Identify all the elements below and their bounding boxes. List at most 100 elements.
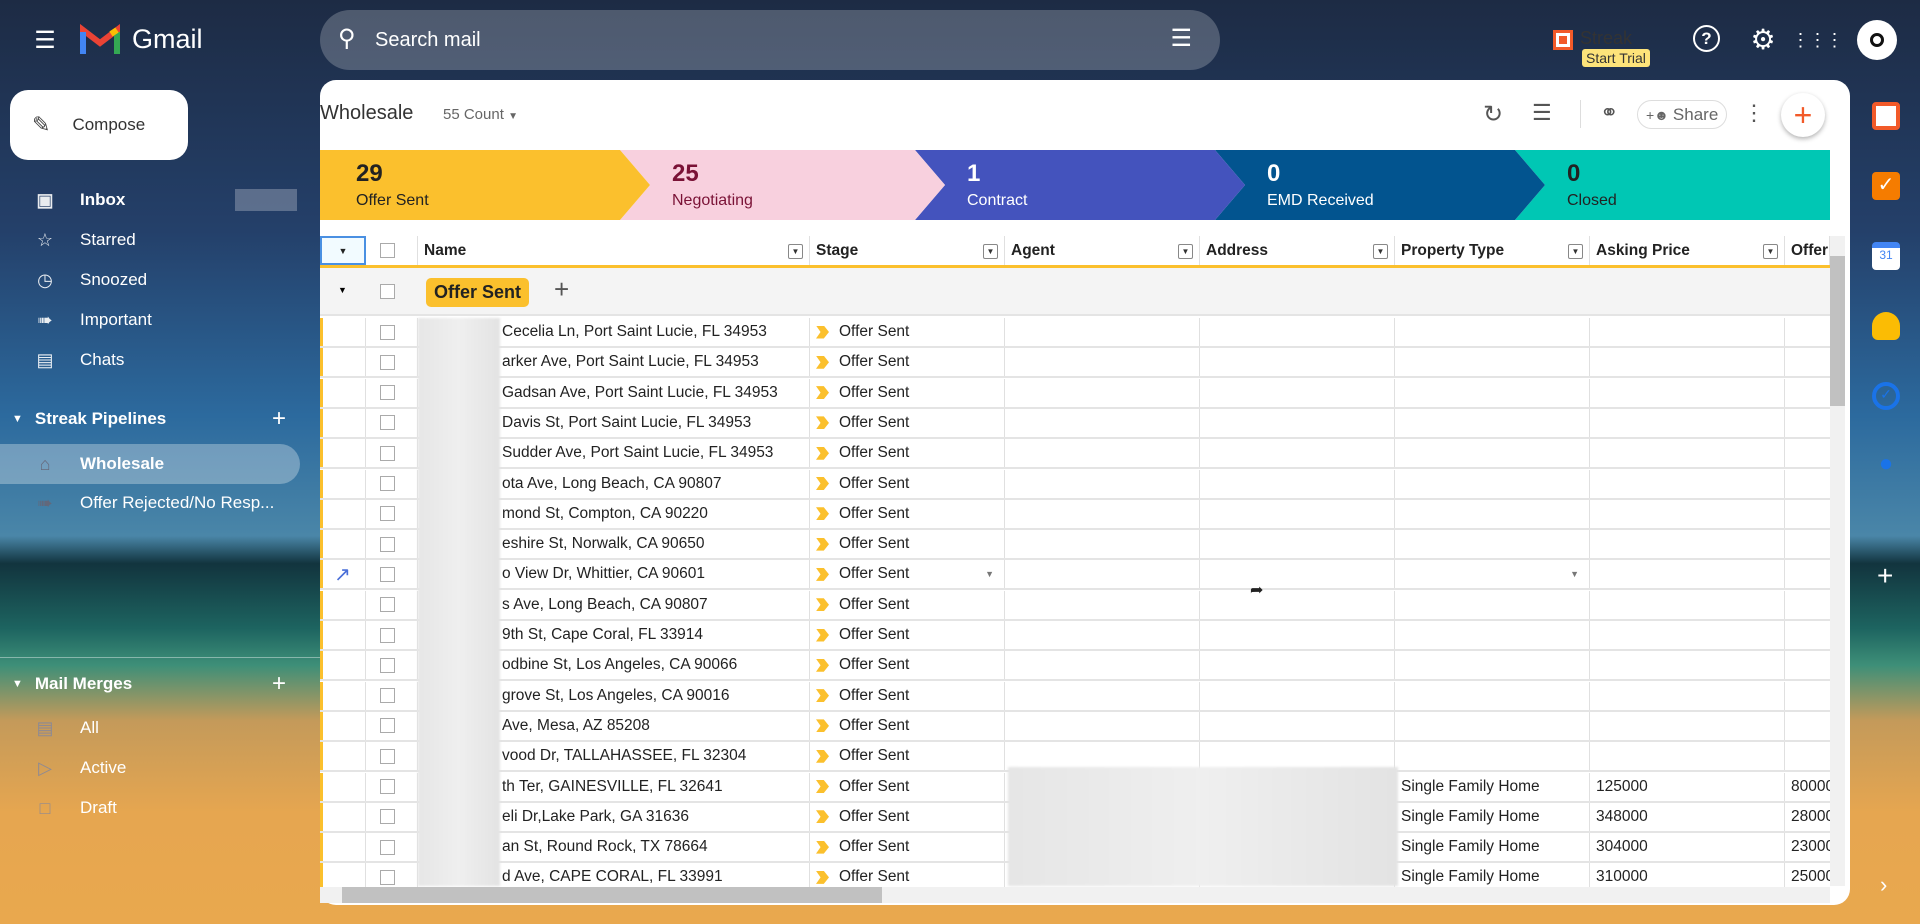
row-checkbox[interactable] xyxy=(380,354,395,370)
property-type-cell[interactable]: Single Family Home xyxy=(1395,833,1590,862)
table-row[interactable]: Ave, Mesa, AZ 85208 Offer Sent xyxy=(320,711,1830,742)
agent-cell[interactable] xyxy=(1005,621,1200,649)
sidebar-item-important[interactable]: ➠ Important xyxy=(0,300,300,340)
sidebar-item-snoozed[interactable]: ◷ Snoozed xyxy=(0,260,300,300)
agent-cell[interactable] xyxy=(1005,681,1200,710)
add-pipeline-icon[interactable]: + xyxy=(272,405,286,433)
row-open-cell[interactable] xyxy=(320,742,366,771)
mail-merges-header[interactable]: ▼ Mail Merges + xyxy=(0,664,300,704)
asking-price-cell[interactable] xyxy=(1590,499,1785,528)
stage-cell[interactable]: Offer Sent xyxy=(810,772,1005,801)
property-type-cell[interactable] xyxy=(1395,408,1590,437)
table-row[interactable]: Cecelia Ln, Port Saint Lucie, FL 34953 Of… xyxy=(320,318,1830,348)
row-checkbox[interactable] xyxy=(380,809,395,825)
offer-cell[interactable] xyxy=(1785,500,1830,528)
asking-price-cell[interactable] xyxy=(1590,621,1785,649)
row-open-cell[interactable] xyxy=(320,711,366,740)
add-box-to-group-icon[interactable]: + xyxy=(554,274,569,305)
filter-icon[interactable]: ☰ xyxy=(1532,100,1552,126)
address-cell[interactable] xyxy=(1200,681,1395,710)
tasks-addon-icon[interactable]: ✓ xyxy=(1872,172,1900,200)
asking-price-cell[interactable] xyxy=(1590,560,1785,589)
column-header-property-type[interactable]: Property Type ▼ xyxy=(1395,236,1590,265)
stage-cell[interactable]: Offer Sent xyxy=(810,439,1005,468)
stage-negotiating[interactable]: 25 Negotiating xyxy=(620,150,945,220)
column-header-offer[interactable]: Offer xyxy=(1785,236,1830,265)
offer-cell[interactable] xyxy=(1785,409,1830,437)
table-row[interactable]: arker Ave, Port Saint Lucie, FL 34953 Off… xyxy=(320,348,1830,379)
collapse-caret-icon[interactable]: ▼ xyxy=(12,678,23,690)
row-open-cell[interactable] xyxy=(320,590,366,619)
agent-cell[interactable] xyxy=(1005,742,1200,771)
refresh-icon[interactable]: ↻ xyxy=(1483,100,1503,129)
column-header-asking-price[interactable]: Asking Price ▼ xyxy=(1590,236,1785,265)
offer-cell[interactable] xyxy=(1785,651,1830,679)
streak-label[interactable]: Streak xyxy=(1580,28,1632,49)
group-by-toggle[interactable]: ▼ xyxy=(320,236,366,265)
open-box-icon[interactable]: ↗ xyxy=(334,562,351,587)
main-menu-icon[interactable]: ☰ xyxy=(30,25,60,55)
offer-cell[interactable] xyxy=(1785,379,1830,407)
column-header-address[interactable]: Address ▼ xyxy=(1200,236,1395,265)
agent-cell[interactable] xyxy=(1005,469,1200,498)
asking-price-cell[interactable] xyxy=(1590,742,1785,771)
stage-offer-sent[interactable]: 29 Offer Sent xyxy=(320,150,650,220)
table-row[interactable]: s Ave, Long Beach, CA 90807 Offer Sent xyxy=(320,590,1830,621)
search-icon[interactable]: ⚲ xyxy=(338,24,356,53)
offer-cell[interactable]: 23000 xyxy=(1785,833,1830,861)
row-checkbox[interactable] xyxy=(380,324,395,340)
column-menu-icon[interactable]: ▼ xyxy=(1763,244,1778,259)
contacts-icon[interactable]: ● xyxy=(1872,450,1900,478)
offer-cell[interactable] xyxy=(1785,742,1830,770)
search-bar[interactable]: ⚲ Search mail ☰ xyxy=(320,10,1220,70)
vertical-scroll-thumb[interactable] xyxy=(1830,256,1845,406)
table-row[interactable]: 9th St, Cape Coral, FL 33914 Offer Sent xyxy=(320,621,1830,651)
property-type-cell[interactable] xyxy=(1395,439,1590,468)
agent-cell[interactable] xyxy=(1005,318,1200,346)
row-open-cell[interactable] xyxy=(320,318,366,346)
horizontal-scrollbar[interactable] xyxy=(320,887,1830,903)
address-cell[interactable] xyxy=(1200,530,1395,559)
property-type-cell[interactable] xyxy=(1395,530,1590,559)
asking-price-cell[interactable] xyxy=(1590,408,1785,437)
collapse-caret-icon[interactable]: ▼ xyxy=(12,413,23,425)
asking-price-cell[interactable]: 304000 xyxy=(1590,833,1785,862)
stage-emd-received[interactable]: 0 EMD Received xyxy=(1215,150,1545,220)
stage-dropdown-icon[interactable]: ▼ xyxy=(985,569,994,579)
row-checkbox[interactable] xyxy=(380,657,395,673)
keep-icon[interactable] xyxy=(1872,312,1900,340)
get-addons-icon[interactable]: + xyxy=(1877,560,1893,592)
table-row[interactable]: ota Ave, Long Beach, CA 90807 Offer Sent xyxy=(320,469,1830,500)
sidebar-pipeline-wholesale[interactable]: ⌂ Wholesale xyxy=(0,444,300,484)
row-open-cell[interactable] xyxy=(320,469,366,498)
address-cell[interactable] xyxy=(1200,499,1395,528)
agent-cell[interactable] xyxy=(1005,590,1200,619)
table-row[interactable]: mond St, Compton, CA 90220 Offer Sent xyxy=(320,499,1830,530)
stage-cell[interactable]: Offer Sent xyxy=(810,590,1005,619)
stage-cell[interactable]: Offer Sent xyxy=(810,499,1005,528)
table-row[interactable]: Gadsan Ave, Port Saint Lucie, FL 34953 Of… xyxy=(320,378,1830,409)
asking-price-cell[interactable] xyxy=(1590,651,1785,680)
sidebar-item-starred[interactable]: ☆ Starred xyxy=(0,220,300,260)
address-cell[interactable] xyxy=(1200,590,1395,619)
table-row[interactable]: grove St, Los Angeles, CA 90016 Offer Sen… xyxy=(320,681,1830,712)
offer-cell[interactable] xyxy=(1785,530,1830,558)
sidebar-merge-draft[interactable]: □ Draft xyxy=(0,788,300,828)
address-cell[interactable] xyxy=(1200,408,1395,437)
count-dropdown[interactable]: 55 Count ▼ xyxy=(443,106,518,123)
row-open-cell[interactable] xyxy=(320,439,366,468)
group-checkbox[interactable] xyxy=(380,284,395,299)
row-open-cell[interactable] xyxy=(320,348,366,377)
stage-cell[interactable]: Offer Sent xyxy=(810,802,1005,831)
add-mail-merge-icon[interactable]: + xyxy=(272,670,286,698)
collapse-group-icon[interactable]: ▼ xyxy=(338,285,347,295)
address-cell[interactable] xyxy=(1200,560,1395,589)
asking-price-cell[interactable] xyxy=(1590,348,1785,377)
row-open-cell[interactable] xyxy=(320,621,366,649)
row-open-cell[interactable] xyxy=(320,651,366,680)
row-checkbox[interactable] xyxy=(380,779,395,794)
property-type-cell[interactable] xyxy=(1395,318,1590,346)
property-type-cell[interactable]: ▼ xyxy=(1395,560,1590,589)
asking-price-cell[interactable] xyxy=(1590,590,1785,619)
property-type-cell[interactable]: Single Family Home xyxy=(1395,772,1590,801)
